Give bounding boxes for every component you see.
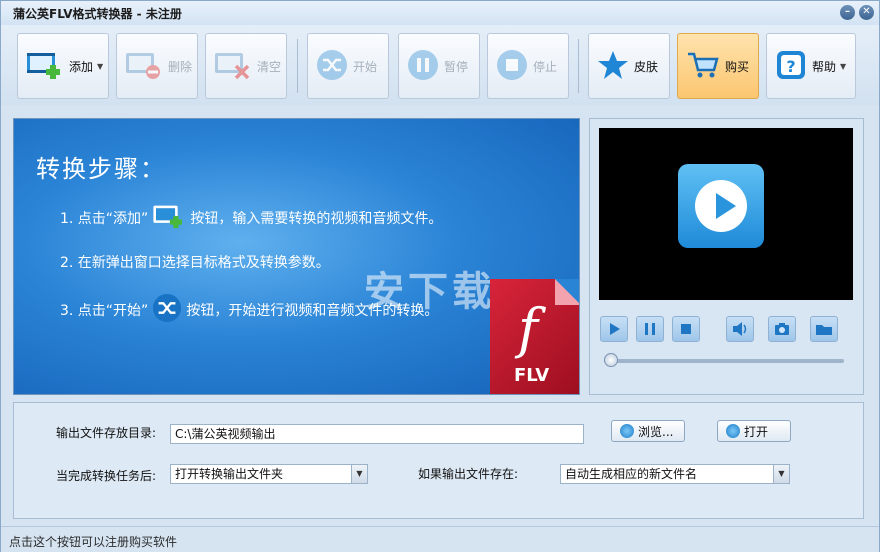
open-folder-button[interactable] bbox=[810, 316, 838, 342]
minimize-button[interactable]: – bbox=[840, 5, 855, 20]
add-button[interactable]: 添加 ▼ bbox=[17, 33, 109, 99]
after-task-label: 当完成转换任务后: bbox=[56, 469, 157, 483]
open-button-label: 打开 bbox=[744, 424, 769, 439]
stop-button-label: 停止 bbox=[533, 59, 558, 74]
video-screen[interactable] bbox=[599, 128, 853, 300]
title-bar: 蒲公英FLV格式转换器 - 未注册 – ✕ bbox=[1, 1, 879, 25]
player-play-button[interactable] bbox=[600, 316, 628, 342]
clear-button-label: 清空 bbox=[257, 59, 282, 74]
delete-video-icon bbox=[125, 50, 163, 83]
seek-slider-thumb[interactable] bbox=[604, 353, 618, 367]
help-icon: ? bbox=[775, 49, 807, 84]
browse-button[interactable]: 浏览... bbox=[611, 420, 685, 442]
close-button[interactable]: ✕ bbox=[859, 5, 874, 20]
open-button[interactable]: 打开 bbox=[717, 420, 791, 442]
preview-player bbox=[589, 118, 864, 395]
after-task-select[interactable]: 打开转换输出文件夹 ▼ bbox=[170, 464, 368, 484]
svg-text:?: ? bbox=[786, 57, 795, 76]
browse-icon bbox=[620, 424, 634, 438]
start-button[interactable]: 开始 bbox=[307, 33, 389, 99]
window-title: 蒲公英FLV格式转换器 - 未注册 bbox=[13, 7, 182, 21]
chevron-down-icon[interactable]: ▼ bbox=[351, 465, 367, 483]
shuffle-icon bbox=[316, 49, 348, 84]
app-window: 蒲公英FLV格式转换器 - 未注册 – ✕ 添加 ▼ 删除 清空 开始 暂停 停… bbox=[0, 0, 880, 552]
step-3: 3. 点击“开始” 按钮，开始进行视频和音频文件的转换。 bbox=[60, 293, 438, 327]
seek-slider-track[interactable] bbox=[604, 359, 844, 363]
buy-button-label: 购买 bbox=[725, 59, 750, 74]
browse-button-label: 浏览... bbox=[638, 424, 674, 439]
clear-button[interactable]: 清空 bbox=[205, 33, 287, 99]
add-video-icon bbox=[152, 203, 186, 233]
flv-file-badge: f FLV bbox=[490, 279, 579, 394]
step-1-prefix: 1. 点击“添加” bbox=[60, 211, 149, 227]
step-1-suffix: 按钮，输入需要转换的视频和音频文件。 bbox=[190, 211, 443, 227]
star-icon bbox=[597, 49, 629, 84]
output-settings-panel: 输出文件存放目录: C:\蒲公英视频输出 浏览... 打开 当完成转换任务后: … bbox=[13, 402, 864, 519]
if-exists-value: 自动生成相应的新文件名 bbox=[565, 467, 698, 481]
film-reel-icon bbox=[726, 424, 740, 438]
instructions-panel: 安下载 转换步骤： 1. 点击“添加” 按钮，输入需要转换的视频和音频文件。 2… bbox=[13, 118, 580, 395]
clear-video-icon bbox=[214, 50, 252, 83]
help-dropdown-icon[interactable]: ▼ bbox=[840, 62, 846, 71]
if-exists-label: 如果输出文件存在: bbox=[418, 467, 519, 481]
player-stop-button[interactable] bbox=[672, 316, 700, 342]
help-button-label: 帮助 bbox=[812, 59, 837, 74]
player-pause-button[interactable] bbox=[636, 316, 664, 342]
buy-button[interactable]: 购买 bbox=[677, 33, 759, 99]
step-3-suffix: 按钮，开始进行视频和音频文件的转换。 bbox=[186, 303, 439, 319]
play-overlay-icon[interactable] bbox=[678, 164, 764, 248]
add-video-icon bbox=[26, 50, 64, 83]
stop-icon bbox=[496, 49, 528, 84]
help-button[interactable]: ? 帮助 ▼ bbox=[766, 33, 856, 99]
chevron-down-icon[interactable]: ▼ bbox=[773, 465, 789, 483]
output-dir-field[interactable]: C:\蒲公英视频输出 bbox=[170, 424, 584, 444]
toolbar-separator bbox=[578, 39, 579, 93]
page-fold bbox=[555, 279, 579, 305]
step-2: 2. 在新弹出窗口选择目标格式及转换参数。 bbox=[60, 252, 330, 272]
step-1: 1. 点击“添加” 按钮，输入需要转换的视频和音频文件。 bbox=[60, 203, 442, 233]
pause-button-label: 暂停 bbox=[444, 59, 469, 74]
start-button-label: 开始 bbox=[353, 59, 378, 74]
status-bar: 点击这个按钮可以注册购买软件 bbox=[1, 526, 879, 552]
snapshot-button[interactable] bbox=[768, 316, 796, 342]
step-2-text: 2. 在新弹出窗口选择目标格式及转换参数。 bbox=[60, 255, 330, 271]
stop-button[interactable]: 停止 bbox=[487, 33, 569, 99]
flv-badge-text: FLV bbox=[514, 365, 550, 386]
add-dropdown-icon[interactable]: ▼ bbox=[97, 62, 103, 71]
delete-button-label: 删除 bbox=[168, 59, 193, 74]
status-register-link[interactable]: 点击这个按钮可以注册购买软件 bbox=[9, 533, 177, 550]
shopping-cart-icon bbox=[686, 50, 720, 83]
add-button-label: 添加 bbox=[69, 59, 94, 74]
steps-title: 转换步骤： bbox=[36, 155, 166, 183]
delete-button[interactable]: 删除 bbox=[116, 33, 198, 99]
pause-icon bbox=[407, 49, 439, 84]
if-exists-select[interactable]: 自动生成相应的新文件名 ▼ bbox=[560, 464, 790, 484]
pause-button[interactable]: 暂停 bbox=[398, 33, 480, 99]
shuffle-icon bbox=[152, 293, 182, 327]
skin-button[interactable]: 皮肤 bbox=[588, 33, 670, 99]
after-task-value: 打开转换输出文件夹 bbox=[175, 467, 284, 481]
step-3-prefix: 3. 点击“开始” bbox=[60, 303, 149, 319]
toolbar-separator bbox=[297, 39, 298, 93]
skin-button-label: 皮肤 bbox=[634, 59, 659, 74]
flash-logo-icon: f bbox=[518, 297, 538, 360]
volume-button[interactable] bbox=[726, 316, 754, 342]
toolbar: 添加 ▼ 删除 清空 开始 暂停 停止 皮肤 购买 ? 帮助 ▼ bbox=[1, 25, 879, 105]
output-dir-label: 输出文件存放目录: bbox=[56, 426, 157, 440]
